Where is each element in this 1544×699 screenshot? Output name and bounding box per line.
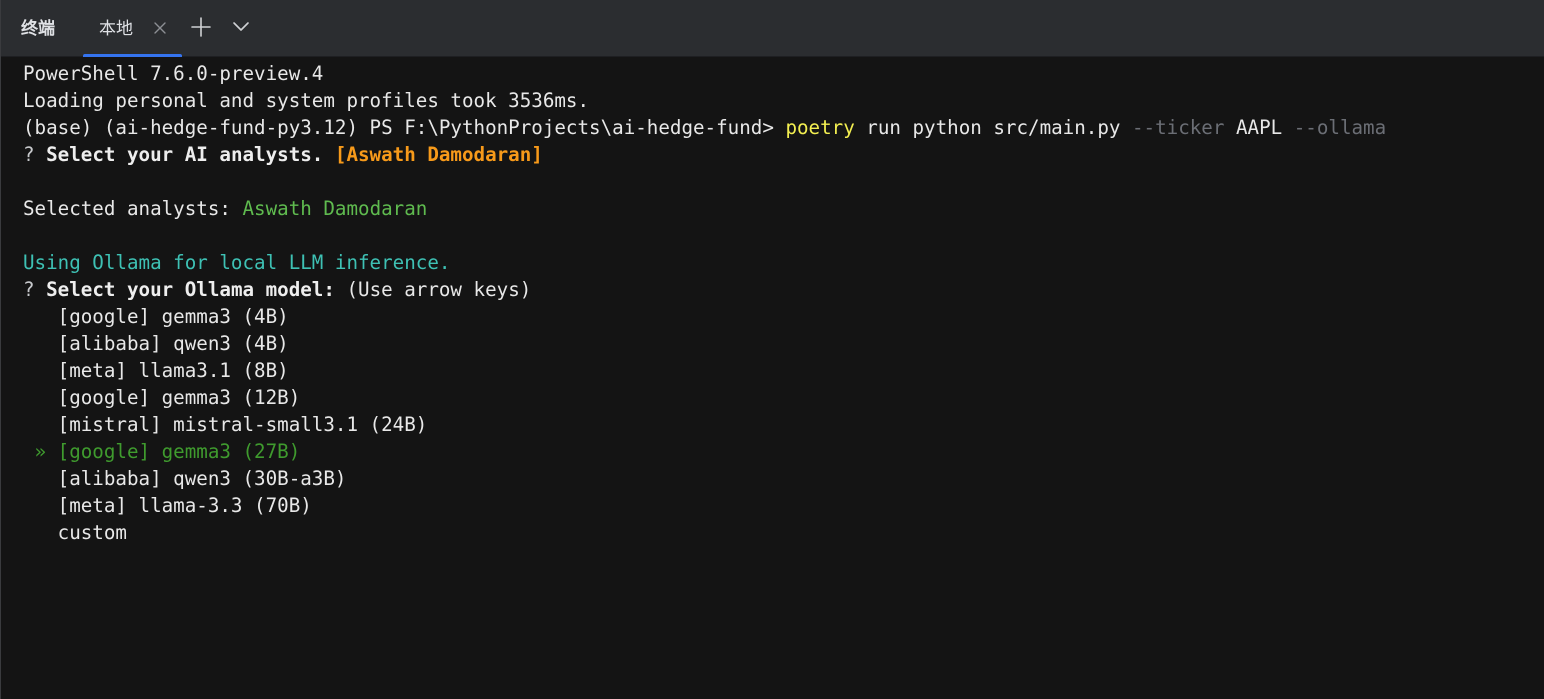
terminal-output[interactable]: PowerShell 7.6.0-preview.4 Loading perso…	[1, 57, 1544, 699]
model-option-label: [meta] llama3.1 (8B)	[57, 359, 289, 382]
model-question-hint: (Use arrow keys)	[346, 278, 532, 301]
terminal-tab-bar: 终端 本地	[1, 0, 1544, 57]
panel-title: 终端	[21, 19, 55, 39]
command-args: run python src/main.py	[854, 116, 1132, 139]
model-option[interactable]: [meta] llama-3.3 (70B)	[23, 492, 1386, 519]
analysts-question-line: ? Select your AI analysts. [Aswath Damod…	[23, 141, 1386, 168]
model-option-selected[interactable]: » [google] gemma3 (27B)	[23, 438, 1386, 465]
profiles-load-line: Loading personal and system profiles too…	[23, 89, 590, 112]
ticker-value: AAPL	[1224, 116, 1294, 139]
command-name: poetry	[785, 116, 855, 139]
selected-analysts-line: Selected analysts: Aswath Damodaran	[23, 195, 1386, 222]
model-option-label: [alibaba] qwen3 (30B-a3B)	[57, 467, 347, 490]
selected-analysts-label: Selected analysts:	[23, 197, 243, 220]
model-option-label: custom	[57, 521, 127, 544]
ticker-flag: --ticker	[1132, 116, 1225, 139]
tab-label: 本地	[99, 19, 133, 39]
plus-icon[interactable]	[190, 16, 212, 38]
selected-analysts-value: Aswath Damodaran	[242, 197, 428, 220]
tab-local[interactable]: 本地	[83, 0, 182, 57]
model-option-label: [meta] llama-3.3 (70B)	[57, 494, 312, 517]
model-question-line: ? Select your Ollama model: (Use arrow k…	[23, 276, 1386, 303]
model-option-label: [google] gemma3 (4B)	[57, 305, 289, 328]
analysts-answer: [Aswath Damodaran]	[334, 143, 543, 166]
powershell-version-line: PowerShell 7.6.0-preview.4	[23, 62, 324, 85]
ollama-notice-line: Using Ollama for local LLM inference.	[23, 251, 451, 274]
model-option[interactable]: [meta] llama3.1 (8B)	[23, 357, 1386, 384]
ollama-flag: --ollama	[1293, 116, 1387, 139]
analysts-question-text: Select your AI analysts.	[46, 143, 335, 166]
close-icon[interactable]	[151, 19, 169, 37]
model-option-label: [google] gemma3 (12B)	[57, 386, 301, 409]
chevron-down-icon[interactable]	[231, 18, 251, 36]
model-question-text: Select your Ollama model:	[46, 278, 347, 301]
question-mark: ?	[23, 278, 47, 301]
question-mark: ?	[23, 143, 47, 166]
model-option[interactable]: [alibaba] qwen3 (4B)	[23, 330, 1386, 357]
selection-pointer-icon: »	[23, 440, 58, 463]
shell-prompt: (base) (ai-hedge-fund-py3.12) PS F:\Pyth…	[23, 116, 786, 139]
model-option[interactable]: [google] gemma3 (12B)	[23, 384, 1386, 411]
command-line: (base) (ai-hedge-fund-py3.12) PS F:\Pyth…	[23, 114, 1386, 141]
model-option[interactable]: custom	[23, 519, 1386, 546]
model-option[interactable]: [mistral] mistral-small3.1 (24B)	[23, 411, 1386, 438]
model-option-label: [mistral] mistral-small3.1 (24B)	[57, 413, 428, 436]
model-option-label: [alibaba] qwen3 (4B)	[57, 332, 289, 355]
model-option-label: [google] gemma3 (27B)	[57, 440, 301, 463]
terminal-window: 终端 本地 PowerShell 7.6.0-preview.4 Loading…	[0, 0, 1544, 699]
model-option[interactable]: [google] gemma3 (4B)	[23, 303, 1386, 330]
model-option[interactable]: [alibaba] qwen3 (30B-a3B)	[23, 465, 1386, 492]
terminal-lines: PowerShell 7.6.0-preview.4 Loading perso…	[23, 60, 1386, 546]
